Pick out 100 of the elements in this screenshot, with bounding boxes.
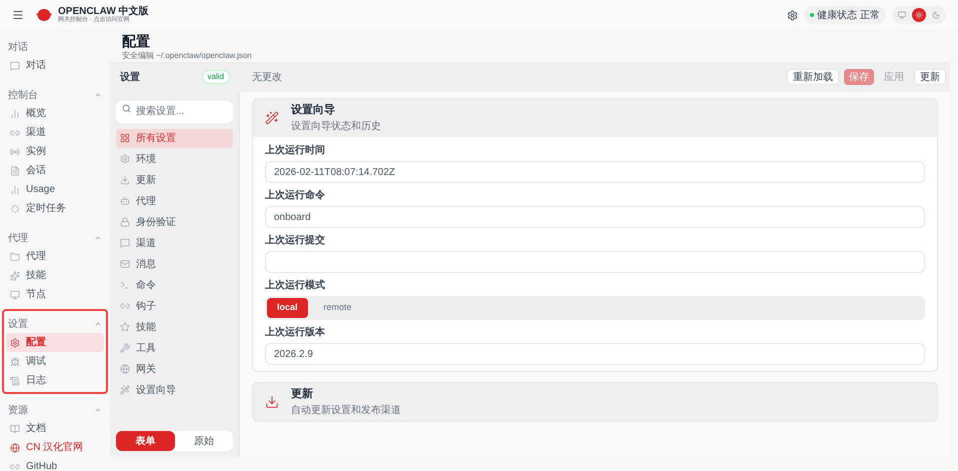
mode-tab[interactable]: 表单 xyxy=(116,431,174,451)
link-icon xyxy=(10,462,20,471)
text-field[interactable]: 2026.2.9 xyxy=(265,343,925,365)
nav-item[interactable]: 实例 xyxy=(6,142,104,161)
link-icon xyxy=(10,128,20,138)
nav-item[interactable]: 对话 xyxy=(6,56,104,75)
globe-icon xyxy=(120,364,130,374)
nav-item[interactable]: 日志 xyxy=(6,371,104,390)
download-icon xyxy=(265,395,279,409)
group-label: 对话 xyxy=(8,40,28,54)
chevron-icon[interactable] xyxy=(94,91,102,99)
settings-nav-item[interactable]: 钩子 xyxy=(116,296,233,316)
page-title: 配置 xyxy=(122,34,151,48)
gear-icon xyxy=(120,154,130,164)
nav-item[interactable]: 会话 xyxy=(6,161,104,180)
change-status: 无更改 xyxy=(252,70,282,84)
nav-item[interactable]: 概览 xyxy=(6,104,104,123)
menu-icon[interactable] xyxy=(12,9,24,21)
field-label: 上次运行版本 xyxy=(265,326,326,340)
chevron-icon[interactable] xyxy=(94,234,102,242)
file-icon xyxy=(10,166,20,176)
settings-nav-item[interactable]: 消息 xyxy=(116,254,233,274)
settings-nav-item[interactable]: 设置向导 xyxy=(116,380,233,400)
logo-icon[interactable] xyxy=(36,8,52,22)
nav-item[interactable]: 技能 xyxy=(6,266,104,285)
wand-icon xyxy=(265,111,279,125)
globe-icon xyxy=(10,442,20,452)
section-title: 设置向导 xyxy=(291,102,336,118)
moon-icon xyxy=(932,11,940,19)
bar-chart-icon xyxy=(10,184,20,194)
wrench-icon xyxy=(120,343,130,353)
action-button[interactable]: 更新 xyxy=(914,69,946,85)
health-status: 健康状态 正常 xyxy=(804,6,886,24)
segmented-control[interactable]: local remote xyxy=(265,296,925,320)
nav-item[interactable]: 定时任务 xyxy=(6,199,104,218)
sun-theme-button[interactable] xyxy=(912,8,926,22)
section-title: 更新 xyxy=(291,386,314,402)
chevron-icon[interactable] xyxy=(94,320,102,328)
robot-icon xyxy=(120,196,130,206)
settings-nav-item[interactable]: 命令 xyxy=(116,276,233,294)
mail-icon xyxy=(120,259,130,269)
settings-nav-item[interactable]: 所有设置 xyxy=(116,128,233,148)
search-field[interactable]: 搜索设置... xyxy=(116,100,233,122)
nav-item[interactable]: 文档 xyxy=(6,419,104,438)
terminal-icon xyxy=(120,280,130,290)
nav-item[interactable]: 节点 xyxy=(6,285,104,304)
valid-badge: valid xyxy=(202,70,230,84)
settings-nav-item[interactable]: 工具 xyxy=(116,338,233,358)
action-button[interactable]: 重新加载 xyxy=(787,69,839,85)
bar-chart-icon xyxy=(10,108,20,118)
search-icon xyxy=(122,104,131,113)
page-subtitle: 安全编辑 ~/.openclaw/openclaw.json xyxy=(122,50,253,62)
group-label: 设置 xyxy=(8,318,28,332)
text-field[interactable] xyxy=(265,251,925,273)
mode-tab[interactable]: 原始 xyxy=(174,431,233,451)
chat-icon xyxy=(10,60,20,70)
settings-nav-item[interactable]: 更新 xyxy=(116,170,233,190)
folder-icon xyxy=(10,252,20,262)
lock-icon xyxy=(120,217,130,227)
field-label: 上次运行提交 xyxy=(265,233,326,248)
settings-nav-item[interactable]: 网关 xyxy=(116,360,233,378)
section-description: 自动更新设置和发布渠道 xyxy=(291,404,401,418)
panel-title: 设置 xyxy=(120,70,140,84)
radio-icon xyxy=(10,146,20,156)
group-label: 资源 xyxy=(8,404,28,418)
settings-nav-item[interactable]: 环境 xyxy=(116,150,233,168)
log-icon xyxy=(10,376,20,386)
field-label: 上次运行模式 xyxy=(265,278,326,293)
nav-item[interactable]: GitHub xyxy=(6,457,104,471)
bug-icon xyxy=(10,356,20,366)
gear-icon xyxy=(10,338,20,348)
section-description: 设置向导状态和历史 xyxy=(291,120,381,134)
text-field[interactable]: 2026-02-11T08:07:14.702Z xyxy=(265,161,925,183)
settings-nav-item[interactable]: 渠道 xyxy=(116,234,233,252)
settings-nav-item[interactable]: 代理 xyxy=(116,192,233,210)
field-label: 上次运行命令 xyxy=(265,188,326,203)
field-label: 上次运行时间 xyxy=(265,144,326,158)
settings-nav-item[interactable]: 身份验证 xyxy=(116,212,233,232)
nav-item[interactable]: 调试 xyxy=(6,352,104,371)
monitor-icon xyxy=(898,11,906,19)
sun-icon xyxy=(915,11,923,19)
segment-option[interactable]: local xyxy=(267,298,308,318)
settings-icon[interactable] xyxy=(787,10,798,20)
nav-item[interactable]: 代理 xyxy=(6,247,104,266)
group-label: 代理 xyxy=(8,232,28,246)
grid-icon xyxy=(120,133,130,143)
nav-item[interactable]: Usage xyxy=(6,180,104,199)
sparkle-icon xyxy=(10,270,20,280)
nav-item[interactable]: 渠道 xyxy=(6,123,104,142)
text-field[interactable]: onboard xyxy=(265,206,925,228)
monitor-icon xyxy=(10,290,20,300)
nav-item[interactable]: 配置 xyxy=(6,333,104,352)
settings-nav-item[interactable]: 技能 xyxy=(116,318,233,336)
book-icon xyxy=(10,424,20,434)
nav-item[interactable]: CN 汉化官网 xyxy=(6,438,104,457)
group-label: 控制台 xyxy=(8,88,38,102)
chevron-icon[interactable] xyxy=(94,406,102,414)
wand-icon xyxy=(120,385,130,395)
segment-option[interactable]: remote xyxy=(314,298,362,318)
brand-name: OPENCLAW 中文版 xyxy=(58,7,149,17)
